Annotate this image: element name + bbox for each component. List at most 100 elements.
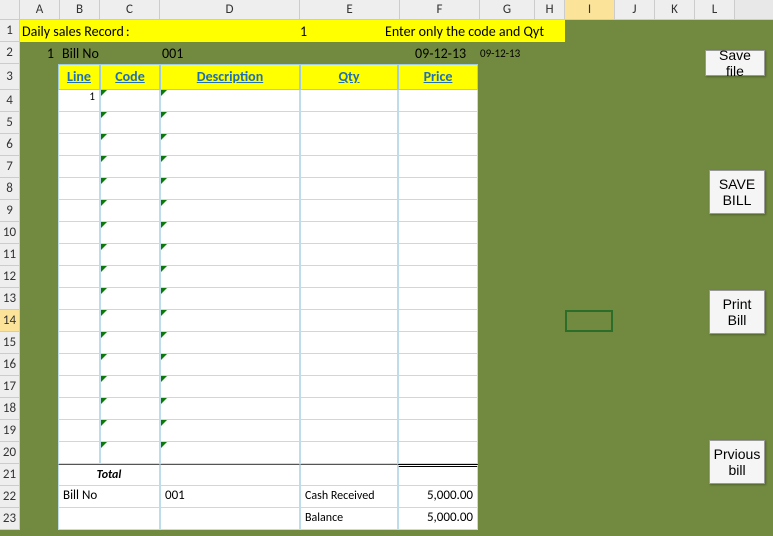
save-bill-line1: SAVE bbox=[719, 176, 755, 192]
banner-title: Daily sales Record bbox=[20, 23, 124, 40]
row-header[interactable]: 3 bbox=[0, 64, 20, 90]
bill-index: 1 bbox=[20, 45, 58, 62]
banner-number: 1 bbox=[300, 23, 307, 40]
table-row[interactable] bbox=[58, 244, 478, 266]
th-description[interactable]: Description bbox=[160, 64, 300, 90]
previous-bill-line1: Prvious bbox=[714, 446, 761, 462]
table-row[interactable] bbox=[58, 288, 478, 310]
table-row[interactable] bbox=[58, 266, 478, 288]
print-bill-line2: Bill bbox=[728, 312, 747, 328]
column-headers: A B C D E F G H I J K L bbox=[0, 0, 773, 20]
row-header[interactable]: 4 bbox=[0, 90, 20, 112]
billno-value: 001 bbox=[162, 45, 183, 62]
col-header-K[interactable]: K bbox=[655, 0, 695, 19]
print-bill-button[interactable]: Print Bill bbox=[709, 290, 765, 334]
th-line[interactable]: Line bbox=[58, 64, 100, 90]
save-bill-line2: BILL bbox=[723, 192, 752, 208]
col-header-G[interactable]: G bbox=[480, 0, 535, 19]
col-header-D[interactable]: D bbox=[160, 0, 300, 19]
row-header[interactable]: 15 bbox=[0, 332, 20, 354]
row-header[interactable]: 8 bbox=[0, 178, 20, 200]
row-headers: 1 2 3 4 5 6 7 8 9 10 11 12 13 14 15 16 1… bbox=[0, 20, 20, 530]
previous-bill-line2: bill bbox=[728, 462, 745, 478]
banner-hint: Enter only the code and Qyt bbox=[385, 23, 544, 40]
total-label: Total bbox=[58, 464, 160, 486]
balance-label: Balance bbox=[300, 508, 398, 530]
date-value: 09-12-13 bbox=[415, 45, 466, 62]
col-header-B[interactable]: B bbox=[60, 0, 100, 19]
col-header-A[interactable]: A bbox=[20, 0, 60, 19]
date-value-2: 09-12-13 bbox=[480, 47, 520, 60]
corner-cell[interactable] bbox=[0, 0, 20, 19]
footer-billno-label: Bill No bbox=[58, 486, 160, 508]
row-header[interactable]: 19 bbox=[0, 420, 20, 442]
billno-label: Bill No bbox=[58, 45, 99, 62]
cell-code[interactable] bbox=[100, 90, 160, 112]
table-row[interactable] bbox=[58, 200, 478, 222]
row-header[interactable]: 20 bbox=[0, 442, 20, 464]
table-row[interactable] bbox=[58, 310, 478, 332]
row-header[interactable]: 12 bbox=[0, 266, 20, 288]
col-header-F[interactable]: F bbox=[400, 0, 480, 19]
footer-row-2: Balance 5,000.00 bbox=[58, 508, 478, 530]
col-header-C[interactable]: C bbox=[100, 0, 160, 19]
total-value bbox=[398, 464, 478, 486]
th-code[interactable]: Code bbox=[100, 64, 160, 90]
table-row[interactable]: 1 bbox=[58, 90, 478, 112]
table-body: 1 bbox=[58, 90, 478, 464]
row-header[interactable]: 6 bbox=[0, 134, 20, 156]
banner-colon: : bbox=[124, 23, 130, 40]
row-header[interactable]: 5 bbox=[0, 112, 20, 134]
table-row[interactable] bbox=[58, 222, 478, 244]
selected-cell bbox=[565, 310, 613, 332]
save-file-button[interactable]: Save file bbox=[705, 50, 765, 76]
table-header: Line Code Description Qty Price bbox=[58, 64, 478, 90]
row-header[interactable]: 13 bbox=[0, 288, 20, 310]
table-row[interactable] bbox=[58, 442, 478, 464]
row-header[interactable]: 2 bbox=[0, 42, 20, 64]
row-header[interactable]: 9 bbox=[0, 200, 20, 222]
cash-received-value: 5,000.00 bbox=[398, 486, 478, 508]
table-row[interactable] bbox=[58, 420, 478, 442]
save-bill-button[interactable]: SAVE BILL bbox=[709, 170, 765, 214]
grid-area[interactable]: Daily sales Record : 1 Enter only the co… bbox=[20, 20, 773, 536]
table-row[interactable] bbox=[58, 332, 478, 354]
table-row[interactable] bbox=[58, 178, 478, 200]
spreadsheet: A B C D E F G H I J K L 1 2 3 4 5 6 7 8 … bbox=[0, 0, 773, 536]
col-header-I[interactable]: I bbox=[565, 0, 615, 19]
total-row: Total bbox=[58, 464, 478, 486]
cash-received-label: Cash Received bbox=[300, 486, 398, 508]
sales-table: Line Code Description Qty Price 1 bbox=[58, 64, 478, 530]
cell-line[interactable]: 1 bbox=[58, 90, 100, 112]
table-row[interactable] bbox=[58, 398, 478, 420]
bill-header-row: 1 Bill No 001 09-12-13 09-12-13 bbox=[20, 42, 565, 64]
row-header[interactable]: 14 bbox=[0, 310, 20, 332]
table-row[interactable] bbox=[58, 376, 478, 398]
col-header-H[interactable]: H bbox=[535, 0, 565, 19]
cell-qty[interactable] bbox=[300, 90, 398, 112]
row-header[interactable]: 18 bbox=[0, 398, 20, 420]
col-header-L[interactable]: L bbox=[695, 0, 735, 19]
cell-price[interactable] bbox=[398, 90, 478, 112]
previous-bill-button[interactable]: Prvious bill bbox=[709, 440, 765, 484]
table-row[interactable] bbox=[58, 354, 478, 376]
banner-row: Daily sales Record : 1 Enter only the co… bbox=[20, 20, 565, 42]
table-row[interactable] bbox=[58, 134, 478, 156]
cell-desc[interactable] bbox=[160, 90, 300, 112]
th-qty[interactable]: Qty bbox=[300, 64, 398, 90]
col-header-J[interactable]: J bbox=[615, 0, 655, 19]
table-row[interactable] bbox=[58, 156, 478, 178]
row-header[interactable]: 21 bbox=[0, 464, 20, 486]
row-header[interactable]: 23 bbox=[0, 508, 20, 530]
row-header[interactable]: 11 bbox=[0, 244, 20, 266]
row-header[interactable]: 16 bbox=[0, 354, 20, 376]
row-header[interactable]: 22 bbox=[0, 486, 20, 508]
th-price[interactable]: Price bbox=[398, 64, 478, 90]
row-header[interactable]: 10 bbox=[0, 222, 20, 244]
col-header-E[interactable]: E bbox=[300, 0, 400, 19]
footer-billno-value: 001 bbox=[160, 486, 300, 508]
table-row[interactable] bbox=[58, 112, 478, 134]
row-header[interactable]: 7 bbox=[0, 156, 20, 178]
row-header[interactable]: 17 bbox=[0, 376, 20, 398]
row-header[interactable]: 1 bbox=[0, 20, 20, 42]
